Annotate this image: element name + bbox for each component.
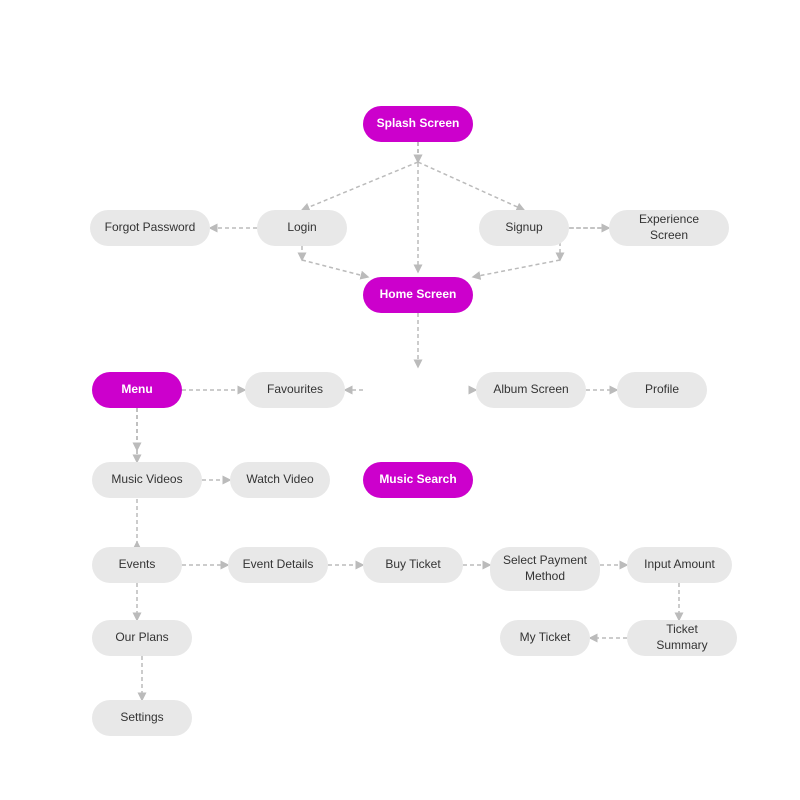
node-buyticket: Buy Ticket [363, 547, 463, 583]
node-experience: Experience Screen [609, 210, 729, 246]
node-splash: Splash Screen [363, 106, 473, 142]
node-eventdetails: Event Details [228, 547, 328, 583]
node-watchvideo: Watch Video [230, 462, 330, 498]
node-ourplans: Our Plans [92, 620, 192, 656]
node-musicvideos: Music Videos [92, 462, 202, 498]
node-myticket: My Ticket [500, 620, 590, 656]
node-selectpayment: Select Payment Method [490, 547, 600, 591]
node-signup: Signup [479, 210, 569, 246]
node-ticketsummary: Ticket Summary [627, 620, 737, 656]
node-login: Login [257, 210, 347, 246]
node-albumscreen: Album Screen [476, 372, 586, 408]
node-favourites: Favourites [245, 372, 345, 408]
node-events: Events [92, 547, 182, 583]
node-home: Home Screen [363, 277, 473, 313]
node-forgotpw: Forgot Password [90, 210, 210, 246]
page: Splash Screen Login Forgot Password Signup E… [0, 0, 800, 800]
node-musicsearch: Music Search [363, 462, 473, 498]
node-profile: Profile [617, 372, 707, 408]
node-inputamount: Input Amount [627, 547, 732, 583]
node-settings: Settings [92, 700, 192, 736]
node-menu: Menu [92, 372, 182, 408]
